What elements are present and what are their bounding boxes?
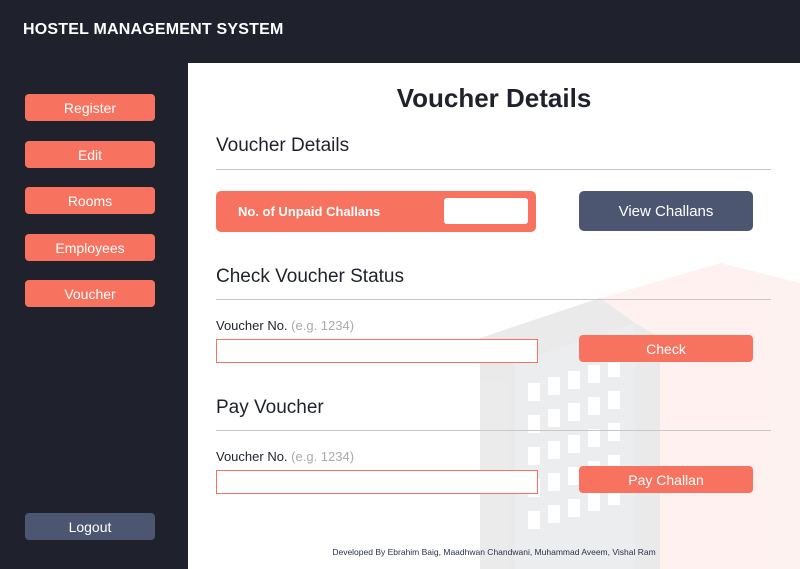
pay-challan-button[interactable]: Pay Challan [579, 466, 753, 493]
check-voucher-no-label: Voucher No. (e.g. 1234) [216, 318, 354, 333]
main-content: Voucher Details Voucher Details No. of U… [188, 63, 800, 569]
check-voucher-status-heading: Check Voucher Status [216, 266, 404, 287]
sidebar-item-register[interactable]: Register [25, 94, 155, 121]
sidebar: Register Edit Rooms Employees Voucher Lo… [0, 63, 188, 569]
check-button[interactable]: Check [579, 335, 753, 362]
unpaid-challans-count-field[interactable] [444, 198, 528, 224]
app-title: HOSTEL MANAGEMENT SYSTEM [23, 21, 284, 38]
unpaid-challans-panel: No. of Unpaid Challans [216, 191, 536, 232]
page-title: Voucher Details [396, 83, 592, 113]
view-challans-button[interactable]: View Challans [579, 191, 753, 231]
sidebar-item-voucher[interactable]: Voucher [25, 280, 155, 307]
pay-voucher-no-label-text: Voucher No. [216, 449, 288, 464]
divider [216, 430, 771, 431]
pay-voucher-no-label: Voucher No. (e.g. 1234) [216, 449, 354, 464]
logout-button[interactable]: Logout [25, 513, 155, 540]
sidebar-item-employees[interactable]: Employees [25, 234, 155, 261]
divider [216, 299, 771, 300]
voucher-details-heading: Voucher Details [216, 135, 350, 156]
sidebar-item-rooms[interactable]: Rooms [25, 187, 155, 214]
check-voucher-no-input[interactable] [216, 339, 538, 363]
check-voucher-no-label-text: Voucher No. [216, 318, 288, 333]
check-voucher-no-hint: (e.g. 1234) [291, 318, 355, 333]
footer-credits: Developed By Ebrahim Baig, Maadhwan Chan… [332, 547, 656, 557]
building-background-image [480, 263, 800, 569]
pay-voucher-no-hint: (e.g. 1234) [291, 449, 355, 464]
sidebar-item-edit[interactable]: Edit [25, 141, 155, 168]
unpaid-challans-label: No. of Unpaid Challans [238, 204, 381, 219]
divider [216, 169, 771, 170]
top-bar: HOSTEL MANAGEMENT SYSTEM [0, 0, 800, 63]
pay-voucher-heading: Pay Voucher [216, 397, 324, 418]
pay-voucher-no-input[interactable] [216, 470, 538, 494]
